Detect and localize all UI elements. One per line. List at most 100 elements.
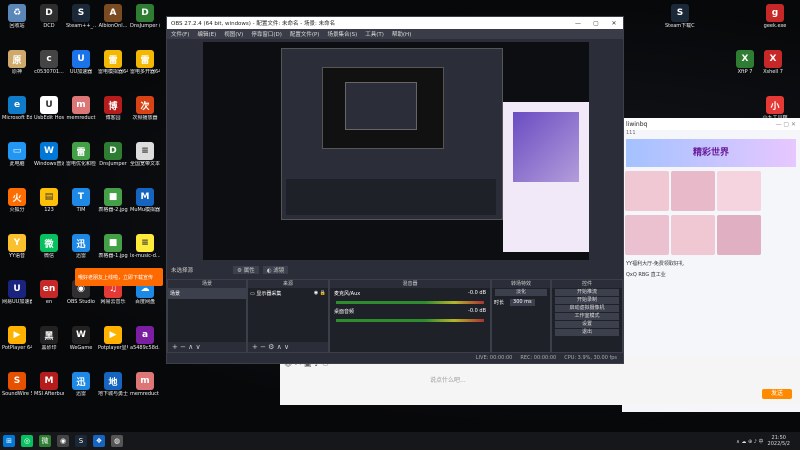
filters-button[interactable]: ◐ 滤镜: [262, 266, 289, 274]
desktop-icon[interactable]: SSteam下载CDN重定向: [665, 4, 695, 29]
taskbar-app-icon[interactable]: 微: [39, 435, 51, 447]
chat-send-button[interactable]: 发送: [762, 389, 792, 399]
chat-window-controls[interactable]: — ▢ ✕: [775, 121, 800, 128]
scene-item[interactable]: 场景: [168, 288, 246, 299]
menu-item[interactable]: 工具(T): [361, 30, 388, 38]
chat-thumb[interactable]: [671, 171, 715, 211]
desktop-icon[interactable]: 迅迅雷: [66, 234, 96, 259]
clock[interactable]: 21:50 2022/5/2: [768, 435, 790, 447]
desktop-icon[interactable]: 雷雷电模拟器64: [98, 50, 128, 75]
chat-item-2[interactable]: QxQ RBG 直工业: [622, 269, 800, 280]
taskbar-app-icon[interactable]: ◍: [111, 435, 123, 447]
app-icon: 次: [136, 96, 154, 114]
desktop-icon[interactable]: U 网易UU加速器: [2, 280, 32, 305]
desktop-icon[interactable]: 地地下城与勇士bit: [98, 372, 128, 397]
control-button[interactable]: 开始录制: [555, 297, 619, 304]
desktop-icon[interactable]: ≡ lx-music-d...: [130, 234, 160, 259]
duration-input[interactable]: 300 ms: [510, 299, 535, 306]
desktop-icon[interactable]: m memreduct: [66, 96, 96, 121]
desktop-icon[interactable]: WWindows普通网络调整: [34, 142, 64, 167]
desktop-icon[interactable]: en en: [34, 280, 64, 305]
notification-toast[interactable]: 哦好老朋友上线啦，立即下载宣传: [75, 268, 163, 286]
desktop-icon[interactable]: Y YY语音: [2, 234, 32, 259]
menu-item[interactable]: 场景集合(S): [323, 30, 361, 38]
desktop-icon[interactable]: SSoundWire Server: [2, 372, 32, 397]
properties-button[interactable]: ⚙ 属性: [233, 266, 259, 274]
desktop-icon[interactable]: 火火狐分: [2, 188, 32, 213]
desktop-icon[interactable]: 迅迅雷: [66, 372, 96, 397]
desktop-icon[interactable]: A AlbionOnl...: [98, 4, 128, 29]
chat-thumb[interactable]: [717, 215, 761, 255]
desktop-icon[interactable]: mmemreduct (2): [130, 372, 160, 397]
control-button[interactable]: 启动虚拟摄像机: [555, 305, 619, 312]
desktop-icon[interactable]: ≡全国宽带文本txt: [130, 142, 160, 167]
sources-tools[interactable]: + − ⚙ ∧ ∨: [248, 342, 328, 352]
chat-thumb[interactable]: [625, 171, 669, 211]
taskbar-app-icon[interactable]: ◉: [57, 435, 69, 447]
chat-thumb[interactable]: [671, 215, 715, 255]
menu-item[interactable]: 停靠窗口(D): [247, 30, 286, 38]
chat-user[interactable]: liwinbq: [626, 121, 647, 128]
desktop-icon[interactable]: 次次频播放器: [130, 96, 160, 121]
desktop-icon[interactable]: 雷雷电多开器64: [130, 50, 160, 75]
desktop-icon[interactable]: MMSI Afterburner: [34, 372, 64, 397]
taskbar-app-icon[interactable]: ❖: [93, 435, 105, 447]
desktop-icon[interactable]: 黑黑砂印: [34, 326, 64, 351]
desktop-icon[interactable]: ▭ 此电脑: [2, 142, 32, 167]
control-button[interactable]: 开始推流: [555, 289, 619, 296]
menu-item[interactable]: 帮助(H): [388, 30, 415, 38]
desktop-icon[interactable]: X Xshell 7: [758, 50, 788, 75]
desktop-icon[interactable]: g geek.exe: [760, 4, 790, 29]
obs-preview[interactable]: [203, 42, 589, 260]
chat-promo[interactable]: 精彩世界: [626, 139, 796, 167]
taskbar-app-icon[interactable]: ⊞: [3, 435, 15, 447]
desktop-icon[interactable]: ▶PotPlayer 64 bit: [2, 326, 32, 351]
taskbar-app-icon[interactable]: S: [75, 435, 87, 447]
desktop-icon[interactable]: 原原神: [2, 50, 32, 75]
menu-item[interactable]: 编辑(E): [193, 30, 220, 38]
desktop-icon[interactable]: a a5489c58d...: [130, 326, 160, 351]
control-button[interactable]: 工作室模式: [555, 313, 619, 320]
desktop-icon[interactable]: UUsbEdit Hosts Editor: [34, 96, 64, 121]
maximize-icon[interactable]: ▢: [587, 20, 605, 27]
desktop-icon[interactable]: ♻ 回收站: [2, 4, 32, 29]
obs-title-bar[interactable]: OBS 27.2.4 (64 bit, windows) - 配置文件: 未命名…: [167, 17, 623, 29]
minimize-icon[interactable]: —: [569, 20, 587, 27]
menu-item[interactable]: 视图(V): [220, 30, 247, 38]
tray-icons[interactable]: ∧ ☁ ⊕ ♪ 中: [736, 438, 763, 445]
scenes-tools[interactable]: + − ∧ ∨: [168, 342, 246, 352]
desktop-icon[interactable]: DDnsJumper (2)7z: [130, 4, 160, 29]
mixer-meter[interactable]: [336, 301, 484, 304]
desktop-icon[interactable]: X XftP 7: [730, 50, 760, 75]
desktop-icon[interactable]: eMicrosoft Edge: [2, 96, 32, 121]
desktop-icon[interactable]: U UU加速器: [66, 50, 96, 75]
desktop-icon-label: 地下城与勇士bit: [98, 391, 128, 397]
desktop-icon[interactable]: ■ 表格器-2.jpg: [98, 188, 128, 213]
taskbar-app-icon[interactable]: ◎: [21, 435, 33, 447]
desktop-icon[interactable]: ▤ 123: [34, 188, 64, 213]
menu-item[interactable]: 文件(F): [167, 30, 193, 38]
desktop-icon[interactable]: 博博客园: [98, 96, 128, 121]
control-button[interactable]: 设置: [555, 321, 619, 328]
chat-item-1[interactable]: YY福利大厅-免费领取好礼: [622, 258, 800, 269]
desktop-icon[interactable]: ▶Potplayer显电视直播: [98, 326, 128, 351]
desktop-icon[interactable]: 雷雷电优化和检测: [66, 142, 96, 167]
mixer-meter[interactable]: [336, 319, 484, 322]
desktop-icon[interactable]: T TIM: [66, 188, 96, 213]
source-item[interactable]: ▭ 显示器采集 ◉ 🔒: [248, 288, 328, 299]
chat-thumb[interactable]: [625, 215, 669, 255]
chat-input[interactable]: 说点什么吧...: [430, 375, 466, 384]
menu-item[interactable]: 配置文件(P): [286, 30, 324, 38]
chat-thumb[interactable]: [717, 171, 761, 211]
desktop-icon[interactable]: 微微信: [34, 234, 64, 259]
control-button[interactable]: 退出: [555, 329, 619, 336]
desktop-icon[interactable]: c c0530701...: [34, 50, 64, 75]
desktop-icon[interactable]: D DCD: [34, 4, 64, 29]
desktop-icon[interactable]: M MuMu模拟器: [130, 188, 160, 213]
desktop-icon[interactable]: ■ 表格器-1.jpg: [98, 234, 128, 259]
close-icon[interactable]: ✕: [605, 20, 623, 27]
transition-select[interactable]: 淡化: [495, 289, 547, 296]
desktop-icon[interactable]: S Steam++_...: [66, 4, 96, 29]
desktop-icon[interactable]: D DnsJumper: [98, 142, 128, 167]
desktop-icon[interactable]: W WeGame: [66, 326, 96, 351]
